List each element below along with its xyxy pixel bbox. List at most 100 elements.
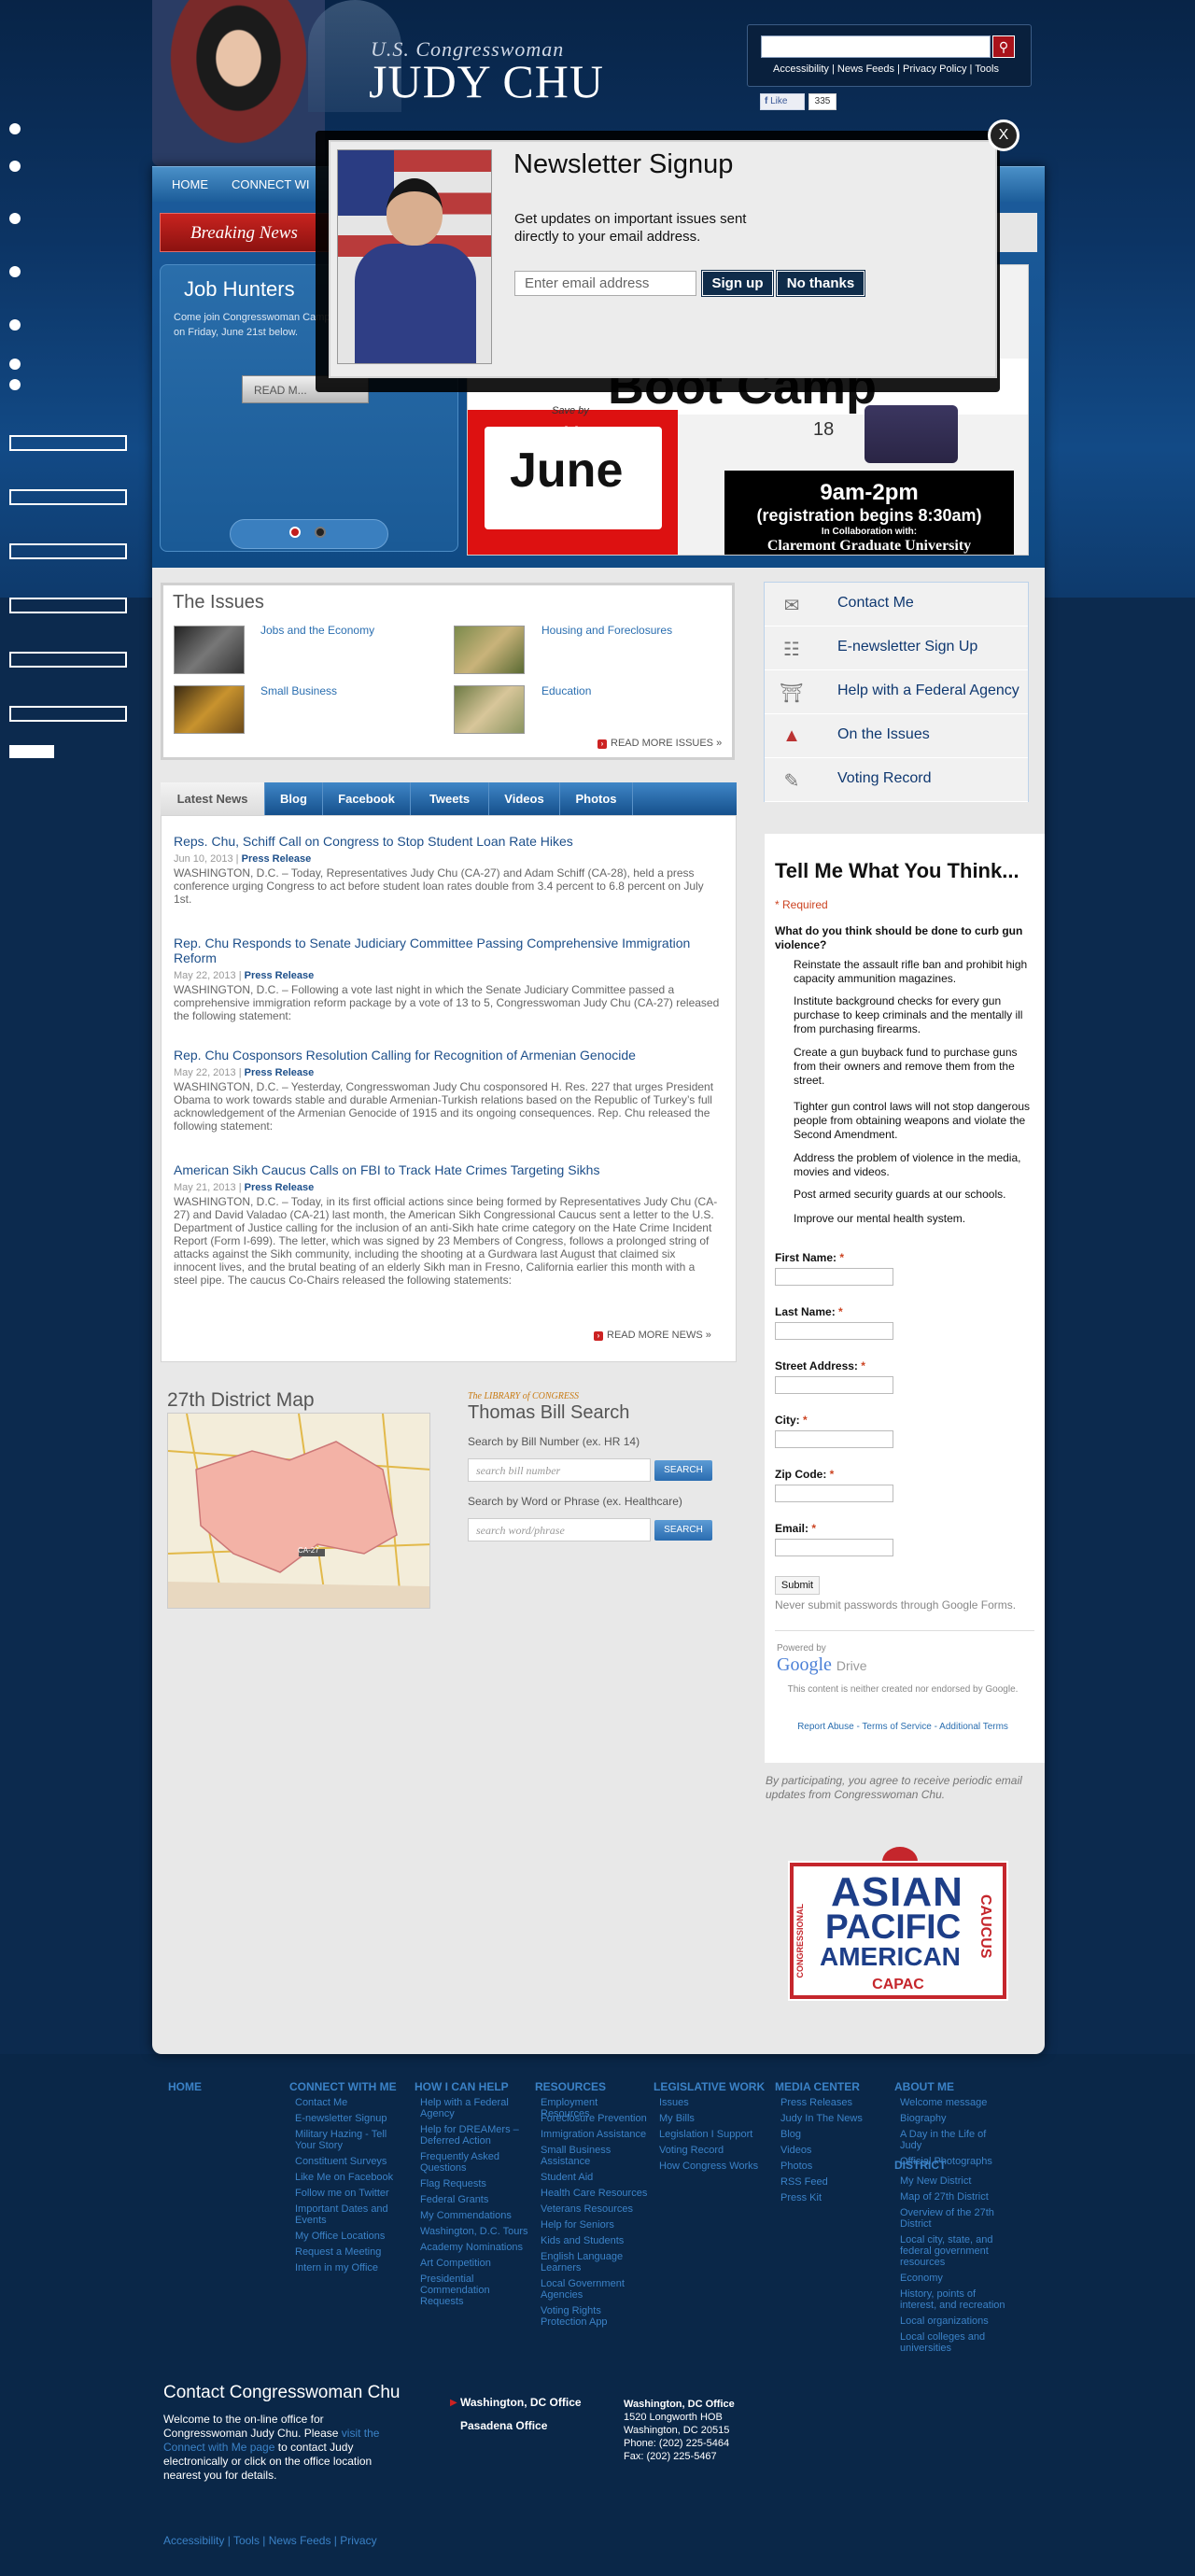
news-title[interactable]: Rep. Chu Responds to Senate Judiciary Co…: [174, 936, 724, 965]
first-name-field[interactable]: [775, 1268, 893, 1286]
tab-photos[interactable]: Photos: [560, 782, 633, 815]
footer-link[interactable]: Voting Record: [659, 2145, 767, 2156]
close-icon[interactable]: X: [988, 120, 1019, 151]
footer-link-news-feeds[interactable]: News Feeds: [269, 2534, 331, 2547]
last-name-field[interactable]: [775, 1322, 893, 1340]
footer-link[interactable]: Issues: [659, 2097, 767, 2108]
modal-email-input[interactable]: Enter email address: [514, 271, 696, 296]
utility-link-tools[interactable]: Tools: [975, 63, 999, 75]
footer-link[interactable]: Veterans Resources: [541, 2203, 649, 2215]
footer-link-tools[interactable]: Tools: [233, 2534, 260, 2547]
news-title[interactable]: American Sikh Caucus Calls on FBI to Tra…: [174, 1162, 599, 1177]
read-more-issues-link[interactable]: › READ MORE ISSUES »: [598, 738, 722, 749]
office-pasadena-link[interactable]: Pasadena Office: [460, 2419, 547, 2432]
footer-link[interactable]: Military Hazing - Tell Your Story: [295, 2129, 403, 2151]
form-submit-button[interactable]: Submit: [775, 1576, 820, 1595]
tab-videos[interactable]: Videos: [489, 782, 560, 815]
news-title[interactable]: Reps. Chu, Schiff Call on Congress to St…: [174, 834, 573, 849]
footer-heading[interactable]: HOW I CAN HELP: [415, 2080, 509, 2093]
footer-link[interactable]: My Office Locations: [295, 2231, 403, 2242]
footer-link[interactable]: Local colleges and universities: [900, 2331, 1008, 2354]
form-option[interactable]: Create a gun buyback fund to purchase gu…: [794, 1046, 1036, 1088]
utility-link-news-feeds[interactable]: News Feeds: [837, 63, 894, 75]
office-dc-link[interactable]: Washington, DC Office: [460, 2396, 582, 2409]
tab-facebook[interactable]: Facebook: [323, 782, 411, 815]
zip-code-field[interactable]: [775, 1485, 893, 1502]
issue-thumb-small-business[interactable]: [174, 685, 245, 734]
word-phrase-input[interactable]: search word/phrase: [468, 1518, 651, 1541]
skip-link-box[interactable]: [9, 543, 127, 559]
skip-link-box[interactable]: [9, 598, 127, 613]
skip-link-box[interactable]: [9, 745, 54, 758]
skip-link-dot[interactable]: [9, 359, 21, 370]
email-field[interactable]: [775, 1539, 893, 1556]
footer-heading[interactable]: CONNECT WITH ME: [289, 2080, 397, 2093]
modal-signup-button[interactable]: Sign up: [701, 270, 774, 297]
form-option[interactable]: Improve our mental health system.: [794, 1212, 1036, 1226]
quicklink-enewsletter[interactable]: ☷ E-newsletter Sign Up: [765, 626, 1028, 670]
quicklink-voting-record[interactable]: ✎ Voting Record: [765, 758, 1028, 802]
skip-link-box[interactable]: [9, 706, 127, 722]
footer-link[interactable]: Photos: [780, 2161, 889, 2172]
footer-link[interactable]: A Day in the Life of Judy: [900, 2129, 1008, 2151]
tab-latest-news[interactable]: Latest News: [161, 782, 265, 815]
facebook-like-button[interactable]: f Like: [760, 93, 805, 110]
footer-link[interactable]: Washington, D.C. Tours: [420, 2226, 528, 2237]
street-address-field[interactable]: [775, 1376, 893, 1394]
footer-link[interactable]: My Bills: [659, 2113, 767, 2124]
site-search-input[interactable]: [761, 35, 991, 58]
nav-home[interactable]: HOME: [172, 177, 208, 191]
skip-link-dot[interactable]: [9, 123, 21, 134]
form-option[interactable]: Post armed security guards at our school…: [794, 1188, 1036, 1202]
footer-heading-district[interactable]: DISTRICT: [894, 2159, 946, 2172]
issue-link-jobs[interactable]: Jobs and the Economy: [260, 624, 374, 637]
footer-link[interactable]: Overview of the 27th District: [900, 2207, 1008, 2230]
footer-link[interactable]: Follow me on Twitter: [295, 2188, 403, 2199]
footer-link[interactable]: Flag Requests: [420, 2178, 528, 2189]
search-icon[interactable]: ⚲: [992, 35, 1015, 58]
footer-link[interactable]: E-newsletter Signup: [295, 2113, 403, 2124]
issue-link-education[interactable]: Education: [541, 684, 591, 697]
form-option[interactable]: Tighter gun control laws will not stop d…: [794, 1100, 1036, 1142]
skip-link-box[interactable]: [9, 489, 127, 505]
footer-link[interactable]: Federal Grants: [420, 2194, 528, 2205]
slide-dot-2[interactable]: [315, 527, 326, 538]
footer-link[interactable]: Art Competition: [420, 2258, 528, 2269]
footer-link[interactable]: RSS Feed: [780, 2176, 889, 2188]
skip-link-dot[interactable]: [9, 213, 21, 224]
slide-dot-1[interactable]: [289, 527, 301, 538]
footer-link[interactable]: Local Government Agencies: [541, 2278, 649, 2301]
footer-link[interactable]: Small Business Assistance: [541, 2145, 649, 2167]
tab-blog[interactable]: Blog: [265, 782, 323, 815]
city-field[interactable]: [775, 1430, 893, 1448]
skip-link-dot[interactable]: [9, 379, 21, 390]
form-option[interactable]: Address the problem of violence in the m…: [794, 1151, 1036, 1179]
footer-heading[interactable]: ABOUT ME: [894, 2080, 954, 2093]
news-title[interactable]: Rep. Chu Cosponsors Resolution Calling f…: [174, 1048, 636, 1063]
footer-link[interactable]: Health Care Resources: [541, 2188, 649, 2199]
footer-link[interactable]: Press Kit: [780, 2192, 889, 2203]
issue-thumb-jobs[interactable]: [174, 626, 245, 674]
footer-link[interactable]: Biography: [900, 2113, 1008, 2124]
utility-link-accessibility[interactable]: Accessibility: [773, 63, 829, 75]
footer-link-privacy[interactable]: Privacy: [340, 2534, 376, 2547]
footer-link[interactable]: Local city, state, and federal governmen…: [900, 2234, 1008, 2268]
footer-heading[interactable]: HOME: [168, 2080, 202, 2093]
google-form-links[interactable]: Report Abuse - Terms of Service - Additi…: [777, 1721, 1029, 1734]
quicklink-issues[interactable]: ▲ On the Issues: [765, 714, 1028, 758]
footer-link[interactable]: Help with a Federal Agency: [420, 2097, 528, 2119]
footer-heading[interactable]: RESOURCES: [535, 2080, 606, 2093]
word-phrase-search-button[interactable]: SEARCH: [654, 1520, 712, 1541]
footer-link[interactable]: Blog: [780, 2129, 889, 2140]
footer-link[interactable]: Help for DREAMers – Deferred Action: [420, 2124, 528, 2147]
skip-link-dot[interactable]: [9, 161, 21, 172]
footer-link[interactable]: Contact Me: [295, 2097, 403, 2108]
skip-link-box[interactable]: [9, 435, 127, 451]
form-option[interactable]: Reinstate the assault rifle ban and proh…: [794, 958, 1036, 986]
footer-link[interactable]: Judy In The News: [780, 2113, 889, 2124]
capac-logo[interactable]: CONGRESSIONAL ASIAN PACIFIC AMERICAN CAU…: [788, 1861, 1008, 2001]
modal-no-thanks-button[interactable]: No thanks: [776, 270, 865, 297]
skip-link-dot[interactable]: [9, 266, 21, 277]
footer-link[interactable]: My Commendations: [420, 2210, 528, 2221]
bill-number-input[interactable]: search bill number: [468, 1458, 651, 1482]
